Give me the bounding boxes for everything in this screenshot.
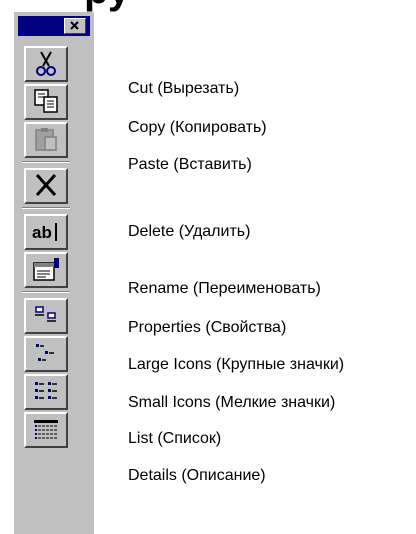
large-icons-view-icon bbox=[35, 306, 56, 322]
scissors-icon bbox=[36, 51, 56, 76]
label-properties: Properties (Свойства) bbox=[128, 319, 287, 336]
delete-x-icon bbox=[35, 173, 57, 197]
page-heading: ру bbox=[84, 0, 130, 10]
label-list: List (Список) bbox=[128, 430, 222, 447]
rename-ab-icon: ab bbox=[32, 223, 57, 242]
toolbar-separator bbox=[22, 207, 70, 209]
copy-icon bbox=[34, 89, 58, 113]
svg-text:ab: ab bbox=[32, 223, 52, 242]
details-view-button[interactable] bbox=[24, 412, 68, 448]
small-icons-button[interactable] bbox=[24, 336, 68, 372]
copy-button[interactable] bbox=[24, 84, 68, 120]
label-large-icons: Large Icons (Крупные значки) bbox=[128, 356, 345, 373]
toolbar-separator bbox=[22, 291, 70, 293]
close-button[interactable] bbox=[64, 18, 86, 34]
label-copy: Copy (Копировать) bbox=[128, 119, 267, 136]
toolbar-titlebar[interactable] bbox=[18, 16, 90, 36]
close-icon bbox=[70, 21, 79, 30]
details-view-icon bbox=[34, 420, 58, 439]
large-icons-button[interactable] bbox=[24, 298, 68, 334]
small-icons-view-icon bbox=[36, 344, 54, 361]
label-cut: Cut (Вырезать) bbox=[128, 80, 240, 97]
list-view-button[interactable] bbox=[24, 374, 68, 410]
properties-icon bbox=[33, 258, 59, 281]
label-rename: Rename (Переименовать) bbox=[128, 280, 321, 297]
label-delete: Delete (Удалить) bbox=[128, 223, 251, 240]
delete-button[interactable] bbox=[24, 168, 68, 204]
label-details: Details (Описание) bbox=[128, 467, 266, 484]
label-paste: Paste (Вставить) bbox=[128, 156, 252, 173]
cut-button[interactable] bbox=[24, 46, 68, 82]
rename-button[interactable]: ab bbox=[24, 214, 68, 250]
toolbar-separator bbox=[22, 161, 70, 163]
properties-button[interactable] bbox=[24, 252, 68, 288]
label-small-icons: Small Icons (Мелкие значки) bbox=[128, 394, 336, 411]
list-view-icon bbox=[35, 382, 57, 399]
explorer-toolbar: ab bbox=[14, 12, 94, 534]
paste-icon bbox=[35, 128, 57, 151]
paste-button[interactable] bbox=[24, 122, 68, 158]
